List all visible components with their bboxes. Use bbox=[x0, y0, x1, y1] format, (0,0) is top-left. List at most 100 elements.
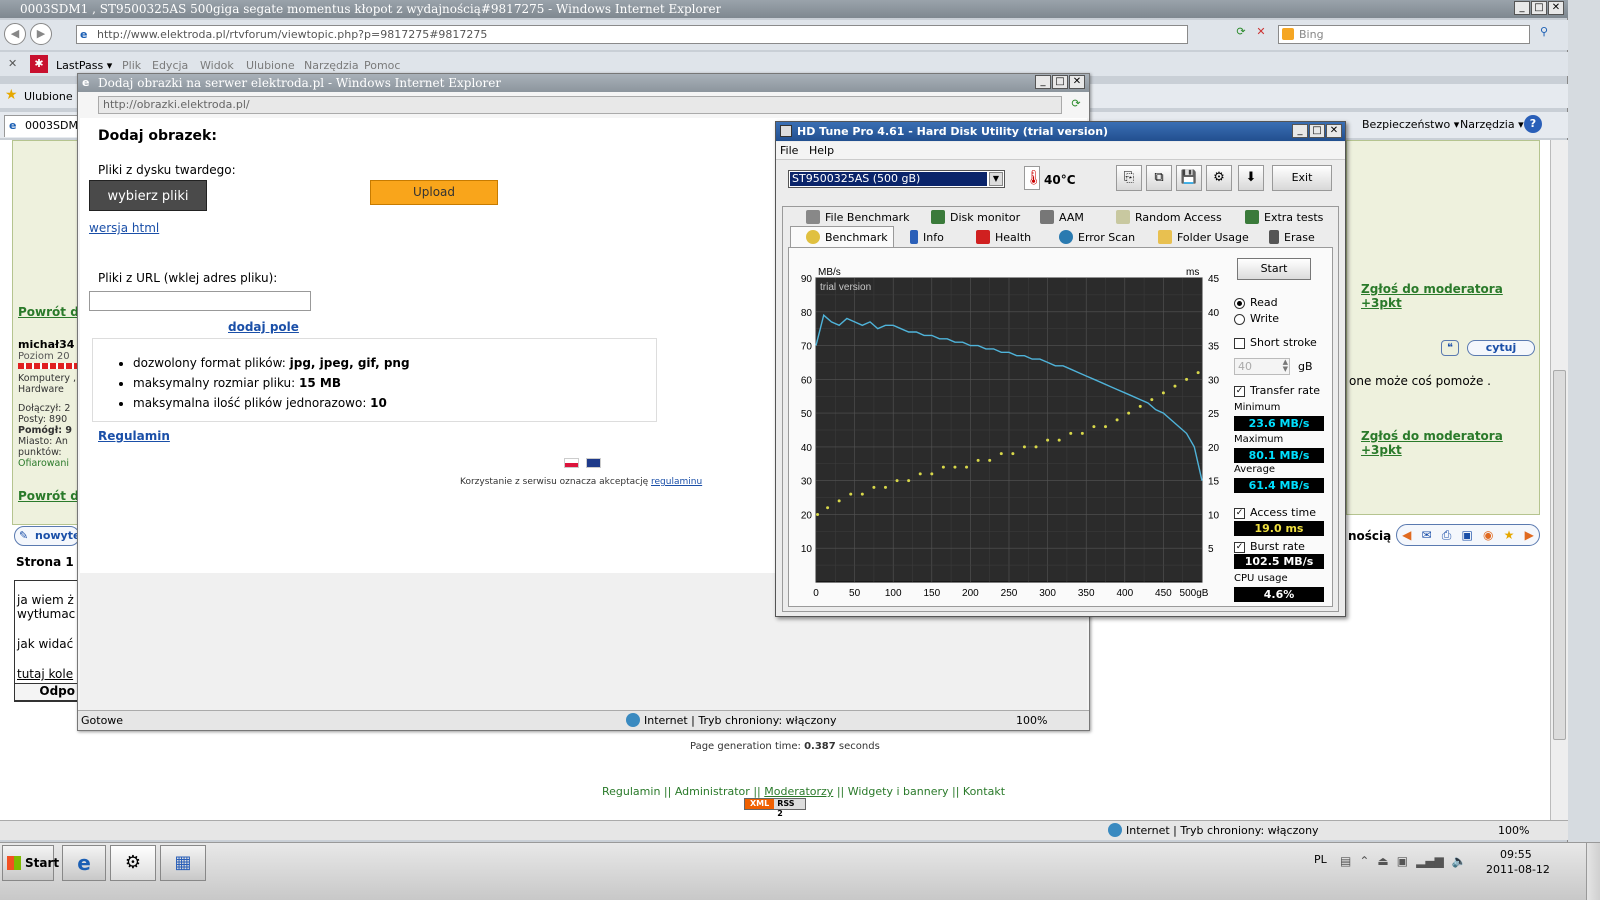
hdtune-maximize-button[interactable]: □ bbox=[1309, 124, 1325, 138]
download-icon[interactable]: ⬇ bbox=[1238, 165, 1264, 191]
hdtune-close-button[interactable]: ✕ bbox=[1326, 124, 1342, 138]
close-toolbar-icon[interactable]: ✕ bbox=[8, 57, 17, 70]
chevron-down-icon[interactable]: ▼ bbox=[989, 172, 1003, 186]
url-input[interactable] bbox=[89, 291, 311, 311]
signal-tray-icon[interactable]: ▂▄▆ bbox=[1416, 854, 1444, 868]
start-button-taskbar[interactable]: Start bbox=[2, 845, 59, 881]
exit-button[interactable]: Exit bbox=[1272, 165, 1332, 191]
favorites-button[interactable]: Ulubione bbox=[24, 90, 73, 103]
next-arrow-icon[interactable]: ▶ bbox=[1525, 528, 1534, 542]
upload-button[interactable]: Upload bbox=[370, 180, 498, 205]
report-link-1[interactable]: Zgłoś do moderatora +3pkt bbox=[1361, 282, 1539, 310]
polish-flag-icon[interactable] bbox=[564, 458, 579, 468]
tab-error-scan[interactable]: Error Scan bbox=[1059, 230, 1135, 244]
popup-zoom[interactable]: 100% bbox=[1016, 714, 1047, 727]
back-link-2[interactable]: Powrót d bbox=[18, 489, 79, 503]
menu-item-ulubione[interactable]: Ulubione bbox=[246, 59, 295, 72]
transfer-rate-checkbox[interactable]: ✓ bbox=[1234, 385, 1245, 397]
reply-button[interactable]: Odpo bbox=[14, 683, 78, 701]
terms-note-link[interactable]: regulaminu bbox=[651, 477, 702, 487]
burst-rate-option[interactable]: ✓ Burst rate bbox=[1234, 540, 1305, 553]
taskbar-hdtune-button[interactable]: ⚙ bbox=[110, 845, 156, 881]
report-link-2[interactable]: Zgłoś do moderatora +3pkt bbox=[1361, 429, 1539, 457]
rss-icon[interactable]: ◉ bbox=[1483, 528, 1493, 542]
browser-tab[interactable]: e 0003SDM1 bbox=[4, 115, 85, 137]
tab-random-access[interactable]: Random Access bbox=[1116, 210, 1222, 224]
email-icon[interactable]: ✉ bbox=[1421, 528, 1431, 542]
english-flag-icon[interactable] bbox=[586, 458, 601, 468]
read-radio[interactable] bbox=[1234, 297, 1245, 309]
access-time-option[interactable]: ✓ Access time bbox=[1234, 506, 1316, 519]
footer-link-regulamin[interactable]: Regulamin bbox=[602, 785, 660, 798]
access-time-checkbox[interactable]: ✓ bbox=[1234, 507, 1245, 519]
short-stroke-checkbox[interactable] bbox=[1234, 337, 1245, 349]
menu-item-edycja[interactable]: Edycja bbox=[152, 59, 188, 72]
short-stroke-spinner[interactable]: 40 ▲ ▼ bbox=[1234, 358, 1290, 375]
new-topic-button[interactable]: ✎ nowyte bbox=[14, 526, 80, 546]
save-icon[interactable]: 💾 bbox=[1176, 165, 1202, 191]
choose-files-button[interactable]: wybierz pliki bbox=[89, 180, 207, 211]
menu-item-plik[interactable]: Plik bbox=[122, 59, 141, 72]
quote-button[interactable]: cytuj bbox=[1467, 340, 1535, 356]
add-field-link[interactable]: dodaj pole bbox=[228, 320, 299, 334]
network-tray-icon[interactable]: ▣ bbox=[1397, 854, 1408, 868]
tab-aam[interactable]: AAM bbox=[1040, 210, 1084, 224]
tab-info[interactable]: Info bbox=[910, 230, 944, 244]
tab-health[interactable]: Health bbox=[976, 230, 1031, 244]
address-bar[interactable]: e http://www.elektroda.pl/rtvforum/viewt… bbox=[76, 25, 1188, 44]
short-stroke-option[interactable]: Short stroke bbox=[1234, 336, 1317, 349]
footer-link-administrator[interactable]: Administrator bbox=[675, 785, 750, 798]
burst-rate-checkbox[interactable]: ✓ bbox=[1234, 541, 1245, 553]
hdtune-minimize-button[interactable]: _ bbox=[1292, 124, 1308, 138]
popup-minimize-button[interactable]: _ bbox=[1035, 75, 1051, 89]
tab-benchmark[interactable]: Benchmark bbox=[806, 230, 888, 244]
help-icon[interactable]: ? bbox=[1524, 115, 1542, 133]
tab-disk-monitor[interactable]: Disk monitor bbox=[931, 210, 1020, 224]
usb-tray-icon[interactable]: ⏏ bbox=[1377, 854, 1388, 868]
write-radio[interactable] bbox=[1234, 313, 1245, 325]
main-zoom[interactable]: 100% bbox=[1498, 824, 1529, 837]
footer-link-kontakt[interactable]: Kontakt bbox=[963, 785, 1005, 798]
popup-compat-icon[interactable]: ⟳ bbox=[1068, 97, 1084, 113]
lastpass-menu[interactable]: LastPass ▾ bbox=[56, 59, 112, 72]
footer-link-widgety[interactable]: Widgety i bannery bbox=[848, 785, 949, 798]
main-scrollbar[interactable] bbox=[1550, 140, 1568, 820]
clock-date[interactable]: 2011-08-12 bbox=[1486, 863, 1550, 876]
menu-item-widok[interactable]: Widok bbox=[200, 59, 234, 72]
tab-folder-usage[interactable]: Folder Usage bbox=[1158, 230, 1249, 244]
start-button[interactable]: Start bbox=[1237, 258, 1311, 280]
back-button[interactable]: ◀ bbox=[4, 23, 26, 45]
close-button[interactable]: ✕ bbox=[1548, 1, 1564, 15]
taskbar-ie-button[interactable]: e bbox=[62, 845, 106, 881]
tab-erase[interactable]: Erase bbox=[1269, 230, 1315, 244]
prev-arrow-icon[interactable]: ◀ bbox=[1402, 528, 1411, 542]
forward-button[interactable]: ▶ bbox=[30, 23, 52, 45]
cmd-security[interactable]: Bezpieczeństwo ▾ bbox=[1362, 118, 1459, 131]
options-icon[interactable]: ⚙ bbox=[1206, 165, 1232, 191]
transfer-rate-option[interactable]: ✓ Transfer rate bbox=[1234, 384, 1320, 397]
star-favorite-icon[interactable]: ★ bbox=[1504, 528, 1515, 542]
mode-read-option[interactable]: Read bbox=[1234, 296, 1278, 309]
clock-time[interactable]: 09:55 bbox=[1500, 848, 1532, 861]
html-version-link[interactable]: wersja html bbox=[89, 221, 159, 235]
quote-icon-button[interactable]: ❝ bbox=[1441, 340, 1459, 356]
print-icon[interactable]: ⎙ bbox=[1442, 528, 1452, 543]
menu-item-pomoc[interactable]: Pomoc bbox=[364, 59, 400, 72]
expand-tray-icon[interactable]: ⌃ bbox=[1359, 854, 1369, 868]
save-icon[interactable]: ▣ bbox=[1462, 528, 1473, 542]
search-icon[interactable]: ⚲ bbox=[1534, 25, 1554, 44]
volume-tray-icon[interactable]: 🔈 bbox=[1452, 854, 1467, 868]
user-name[interactable]: michał34 bbox=[18, 338, 74, 351]
show-desktop-button[interactable] bbox=[1586, 843, 1600, 900]
copy-icon[interactable]: ⎘ bbox=[1116, 165, 1142, 191]
language-indicator[interactable]: PL bbox=[1314, 853, 1327, 866]
keyboard-tray-icon[interactable]: ▤ bbox=[1340, 854, 1351, 868]
xml-rss-badge[interactable]: XML RSS 2 bbox=[744, 798, 806, 818]
spinner-arrows-icon[interactable]: ▲ ▼ bbox=[1283, 359, 1288, 373]
menu-item-narzedzia[interactable]: Narzędzia bbox=[304, 59, 359, 72]
hdtune-menu-file[interactable]: File bbox=[780, 144, 798, 157]
drive-select[interactable]: ST9500325AS (500 gB) ▼ bbox=[788, 170, 1005, 188]
tab-file-benchmark[interactable]: File Benchmark bbox=[806, 210, 910, 224]
cmd-tools[interactable]: Narzędzia ▾ bbox=[1460, 118, 1524, 131]
terms-link[interactable]: Regulamin bbox=[98, 429, 170, 443]
